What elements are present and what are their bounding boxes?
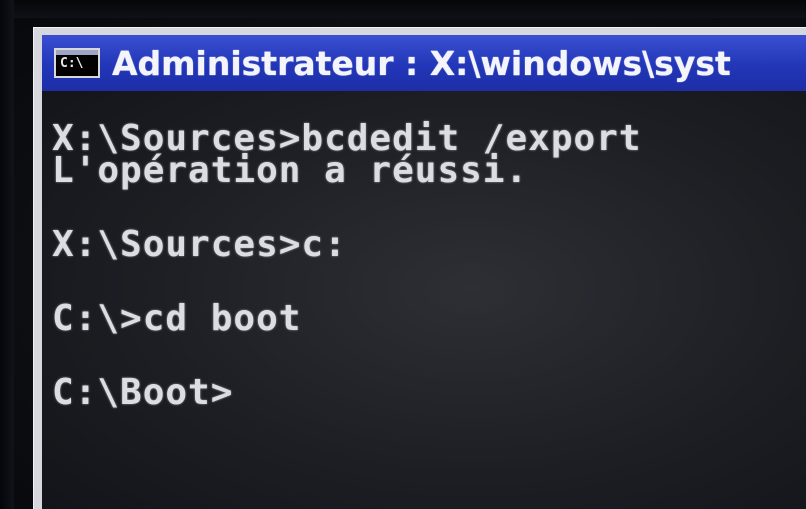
cmd-console-icon[interactable]: C:\ — [54, 48, 100, 78]
cmd-icon-label: C:\ — [60, 56, 84, 71]
console-line: L'opération a réussi. — [52, 150, 529, 191]
window-title: Administrateur : X:\windows\syst — [112, 43, 731, 83]
command-prompt-window: C:\ Administrateur : X:\windows\syst X:\… — [33, 27, 806, 509]
console-prompt-line[interactable]: C:\Boot> — [52, 375, 806, 411]
monitor-bezel-top — [0, 0, 806, 18]
console-line: C:\>cd boot — [52, 298, 302, 339]
window-titlebar[interactable]: C:\ Administrateur : X:\windows\syst — [42, 35, 806, 91]
console-output[interactable]: X:\Sources>bcdedit /export L'opération a… — [42, 91, 806, 509]
monitor-bezel-left — [0, 0, 14, 509]
console-line: X:\Sources>c: — [52, 224, 347, 265]
photo-frame: C:\ Administrateur : X:\windows\syst X:\… — [0, 0, 806, 509]
